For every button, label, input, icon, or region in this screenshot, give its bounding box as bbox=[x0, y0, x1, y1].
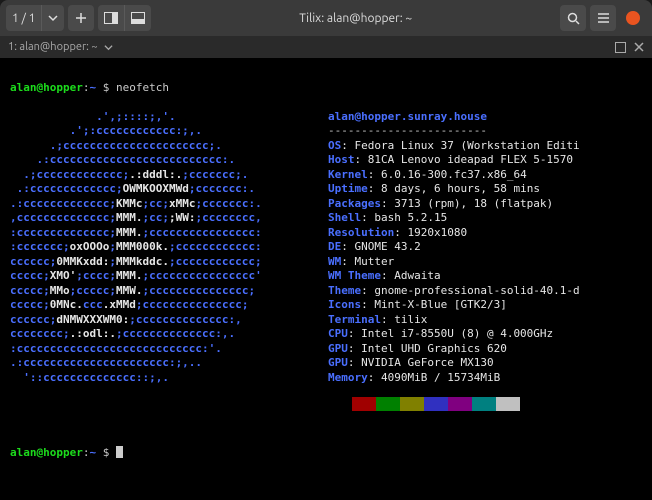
info-row: Resolution: 1920x1080 bbox=[328, 226, 580, 241]
maximize-pane-icon[interactable] bbox=[615, 42, 626, 53]
session-dropdown-button[interactable] bbox=[41, 5, 64, 31]
color-palette bbox=[328, 397, 580, 411]
session-counter[interactable]: 1 / 1 bbox=[6, 5, 41, 31]
info-row: GPU: Intel UHD Graphics 620 bbox=[328, 342, 580, 357]
info-row: WM: Mutter bbox=[328, 255, 580, 270]
info-row: Packages: 3713 (rpm), 18 (flatpak) bbox=[328, 197, 580, 212]
info-row: OS: Fedora Linux 37 (Workstation Editi bbox=[328, 139, 580, 154]
info-row: Icons: Mint-X-Blue [GTK2/3] bbox=[328, 298, 580, 313]
info-row: CPU: Intel i7-8550U (8) @ 4.000GHz bbox=[328, 327, 580, 342]
color-swatch bbox=[472, 397, 496, 411]
hamburger-menu-button[interactable] bbox=[590, 5, 616, 31]
color-swatch bbox=[448, 397, 472, 411]
split-right-icon bbox=[104, 12, 118, 24]
window-close-button[interactable] bbox=[626, 11, 640, 25]
split-group bbox=[98, 5, 151, 31]
split-right-button[interactable] bbox=[98, 5, 124, 31]
color-swatch bbox=[328, 397, 352, 411]
prompt-line: alan@hopper:~ $ bbox=[10, 446, 642, 461]
plus-icon bbox=[75, 12, 87, 24]
session-nav-group: 1 / 1 bbox=[6, 5, 64, 31]
prompt-user-host: alan@hopper bbox=[10, 81, 83, 94]
entered-command: neofetch bbox=[116, 81, 169, 94]
prompt-line: alan@hopper:~ $ neofetch bbox=[10, 81, 642, 96]
new-session-button[interactable] bbox=[68, 5, 94, 31]
chevron-down-icon bbox=[48, 13, 58, 23]
system-info: alan@hopper.sunray.house----------------… bbox=[328, 110, 580, 412]
info-row: Kernel: 6.0.16-300.fc37.x86_64 bbox=[328, 168, 580, 183]
color-swatch bbox=[352, 397, 376, 411]
info-row: Host: 81CA Lenovo ideapad FLEX 5-1570 bbox=[328, 153, 580, 168]
info-row: DE: GNOME 43.2 bbox=[328, 240, 580, 255]
ascii-logo: .',;::::;,'. .';:cccccccccccc:;,. .;cccc… bbox=[10, 110, 328, 412]
info-row: WM Theme: Adwaita bbox=[328, 269, 580, 284]
hamburger-icon bbox=[597, 12, 610, 24]
window-title: Tilix: alan@hopper: ~ bbox=[155, 12, 556, 25]
search-icon bbox=[567, 12, 580, 25]
info-row: Shell: bash 5.2.15 bbox=[328, 211, 580, 226]
search-button[interactable] bbox=[560, 5, 586, 31]
terminal-viewport[interactable]: alan@hopper:~ $ neofetch .',;::::;,'. .'… bbox=[0, 58, 652, 500]
split-down-icon bbox=[131, 12, 145, 24]
info-separator: ------------------------ bbox=[328, 124, 580, 139]
terminal-tabbar: 1: alan@hopper: ~ bbox=[0, 36, 652, 58]
info-row: GPU: NVIDIA GeForce MX130 bbox=[328, 356, 580, 371]
close-pane-icon[interactable] bbox=[634, 42, 644, 52]
color-swatch bbox=[424, 397, 448, 411]
info-row: Memory: 4090MiB / 15734MiB bbox=[328, 371, 580, 386]
terminal-tab-label[interactable]: 1: alan@hopper: ~ bbox=[8, 41, 98, 53]
split-down-button[interactable] bbox=[124, 5, 151, 31]
color-swatch bbox=[496, 397, 520, 411]
info-row: Terminal: tilix bbox=[328, 313, 580, 328]
neofetch-output: .',;::::;,'. .';:cccccccccccc:;,. .;cccc… bbox=[10, 110, 642, 412]
titlebar: 1 / 1 Tilix: alan@hopper: ~ bbox=[0, 0, 652, 36]
color-swatch bbox=[400, 397, 424, 411]
cursor bbox=[116, 446, 123, 458]
info-row: Uptime: 8 days, 6 hours, 58 mins bbox=[328, 182, 580, 197]
info-row: Theme: gnome-professional-solid-40.1-d bbox=[328, 284, 580, 299]
color-swatch bbox=[376, 397, 400, 411]
info-header: alan@hopper.sunray.house bbox=[328, 110, 580, 125]
chevron-down-icon[interactable] bbox=[104, 43, 113, 52]
